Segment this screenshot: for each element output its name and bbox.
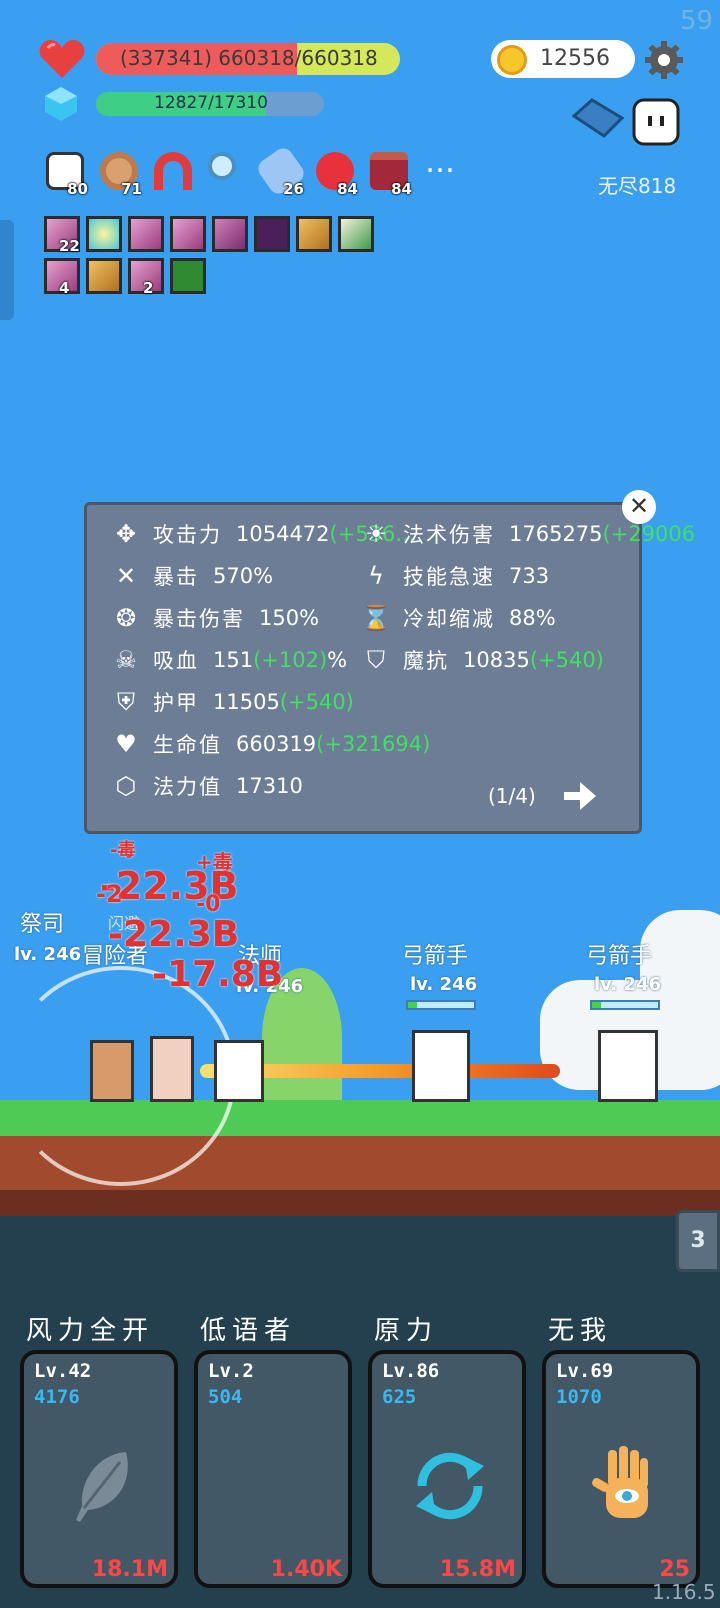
shield-buff-icon[interactable] — [296, 216, 332, 252]
crit-ring-icon: ❂ — [115, 604, 137, 632]
version-label: 1.16.5 — [652, 1580, 716, 1604]
stat-haste: ϟ 技能急速 733 — [359, 559, 549, 593]
crit-cross-icon: ✕ — [115, 562, 137, 590]
item-slot[interactable]: 71 — [96, 150, 144, 198]
damage-number: -0 — [196, 892, 221, 917]
dark-buff-icon[interactable] — [254, 216, 290, 252]
ally-level: lv. 246 — [14, 944, 82, 965]
sword-buff-icon[interactable] — [128, 216, 164, 252]
mana-gem-icon — [45, 87, 77, 121]
ground-shadow — [0, 1190, 720, 1218]
enemy-hp-bar — [406, 1000, 476, 1010]
archer-enemy-sprite — [598, 1030, 658, 1102]
magnet-icon — [154, 152, 192, 190]
damage-number: -2 — [96, 880, 123, 908]
item-bar: 80 71 26 84 84 … — [42, 144, 460, 198]
heart-icon — [39, 40, 85, 78]
fps-counter: 59 — [680, 6, 714, 36]
green-rune-icon[interactable] — [170, 258, 206, 294]
side-drawer-tab[interactable] — [0, 220, 14, 320]
magic-shield-icon: ⛉ — [367, 646, 385, 674]
skill-name: 原力 — [374, 1316, 439, 1346]
magnifier-icon — [208, 152, 236, 180]
stat-crit: ✕ 暴击 570% — [109, 559, 273, 593]
skill-name: 无我 — [548, 1316, 613, 1346]
hp-text: (337341) 660318/660318 — [120, 46, 378, 70]
axe-icon: ✥ — [115, 520, 137, 548]
skill-name: 低语者 — [200, 1316, 297, 1346]
hexagon-gem-icon: ⬡ — [115, 772, 137, 800]
hero-sprite — [90, 1040, 134, 1102]
enemy-level: lv. 246 — [594, 974, 662, 995]
sword-buff-icon[interactable] — [212, 216, 248, 252]
stat-magic-resist: ⛉ 魔抗 10835 (+540) — [359, 643, 604, 677]
endless-level-label: 无尽818 — [598, 174, 677, 198]
lightning-icon: ϟ — [368, 562, 384, 590]
stat-lifesteal: ☠ 吸血 151 (+102) % — [109, 643, 347, 677]
sun-icon: ☀ — [365, 520, 387, 548]
stats-panel: ✥ 攻击力 1054472 (+536... ☀ 法术伤害 1765275 (+… — [84, 502, 695, 834]
cycle-arrows-icon — [416, 1452, 484, 1520]
mp-bar: 12827/17310 — [96, 92, 324, 116]
leaf-buff-icon[interactable] — [338, 216, 374, 252]
archer-enemy-sprite — [412, 1030, 470, 1102]
stat-mp: ⬡ 法力值 17310 — [109, 769, 303, 803]
gold-amount: 12556 — [540, 46, 610, 71]
wave-counter[interactable]: 3 — [676, 1210, 720, 1272]
endless-mode-icon[interactable] — [572, 96, 680, 154]
sword-buff-icon[interactable]: 22 — [44, 216, 80, 255]
enemy-level: lv. 246 — [410, 974, 478, 995]
item-slot[interactable]: 84 — [366, 150, 414, 198]
buff-grid: 22 4 2 — [44, 216, 414, 297]
ally-cat-sprite — [214, 1040, 264, 1102]
damage-number: -22.3B — [108, 914, 240, 955]
hourglass-icon: ⌛ — [361, 604, 391, 632]
skill-card[interactable]: Lv.42 4176 18.1M — [20, 1350, 178, 1588]
shield-icon: ⛨ — [117, 688, 135, 716]
enemy-name: 弓箭手 — [402, 944, 469, 969]
coin-icon — [497, 45, 527, 75]
skill-card[interactable]: Lv.86 625 15.8M — [368, 1350, 526, 1588]
item-slot[interactable]: 26 — [254, 144, 308, 198]
stats-page-indicator: (1/4) — [488, 784, 536, 808]
item-slot[interactable]: 84 — [312, 150, 360, 198]
item-slot[interactable] — [204, 150, 252, 194]
crescent-moon-icon — [254, 1450, 296, 1523]
enemy-name: 弓箭手 — [586, 944, 653, 969]
damage-number: -17.8B — [152, 954, 284, 995]
mp-text: 12827/17310 — [154, 93, 268, 113]
close-button[interactable]: ✕ — [622, 490, 656, 524]
gear-icon[interactable] — [644, 40, 684, 80]
sun-buff-icon[interactable] — [86, 216, 122, 252]
sword-buff-icon[interactable]: 4 — [44, 258, 80, 297]
stat-armor: ⛨ 护甲 11505 (+540) — [109, 685, 354, 719]
more-items-icon[interactable]: … — [420, 148, 460, 192]
ally-name-priest: 祭司 — [20, 912, 65, 937]
mage-sprite — [150, 1036, 194, 1102]
eye-hand-icon — [592, 1446, 648, 1518]
item-slot[interactable]: 80 — [42, 150, 90, 198]
demon-skull-icon: ☠ — [115, 646, 137, 674]
skill-card[interactable]: Lv.69 1070 25 — [542, 1350, 700, 1588]
stat-crit-damage: ❂ 暴击伤害 150% — [109, 601, 319, 635]
item-slot[interactable] — [150, 150, 198, 194]
heart-outline-icon: ♥ — [115, 730, 137, 758]
enemy-hp-bar — [590, 1000, 660, 1010]
skill-card[interactable]: Lv.2 504 1.40K — [194, 1350, 352, 1588]
stat-hp: ♥ 生命值 660319 (+321694) — [109, 727, 430, 761]
stat-cooldown: ⌛ 冷却缩减 88% — [359, 601, 556, 635]
damage-number: -毒 — [110, 840, 136, 861]
skill-name: 风力全开 — [26, 1316, 155, 1346]
arrow-right-icon[interactable] — [562, 780, 598, 812]
hp-bar: (337341) 660318/660318 — [96, 43, 400, 75]
sword-buff-icon[interactable]: 2 — [128, 258, 164, 297]
feather-icon — [76, 1452, 128, 1522]
shield-buff-icon[interactable] — [86, 258, 122, 294]
sword-buff-icon[interactable] — [170, 216, 206, 252]
